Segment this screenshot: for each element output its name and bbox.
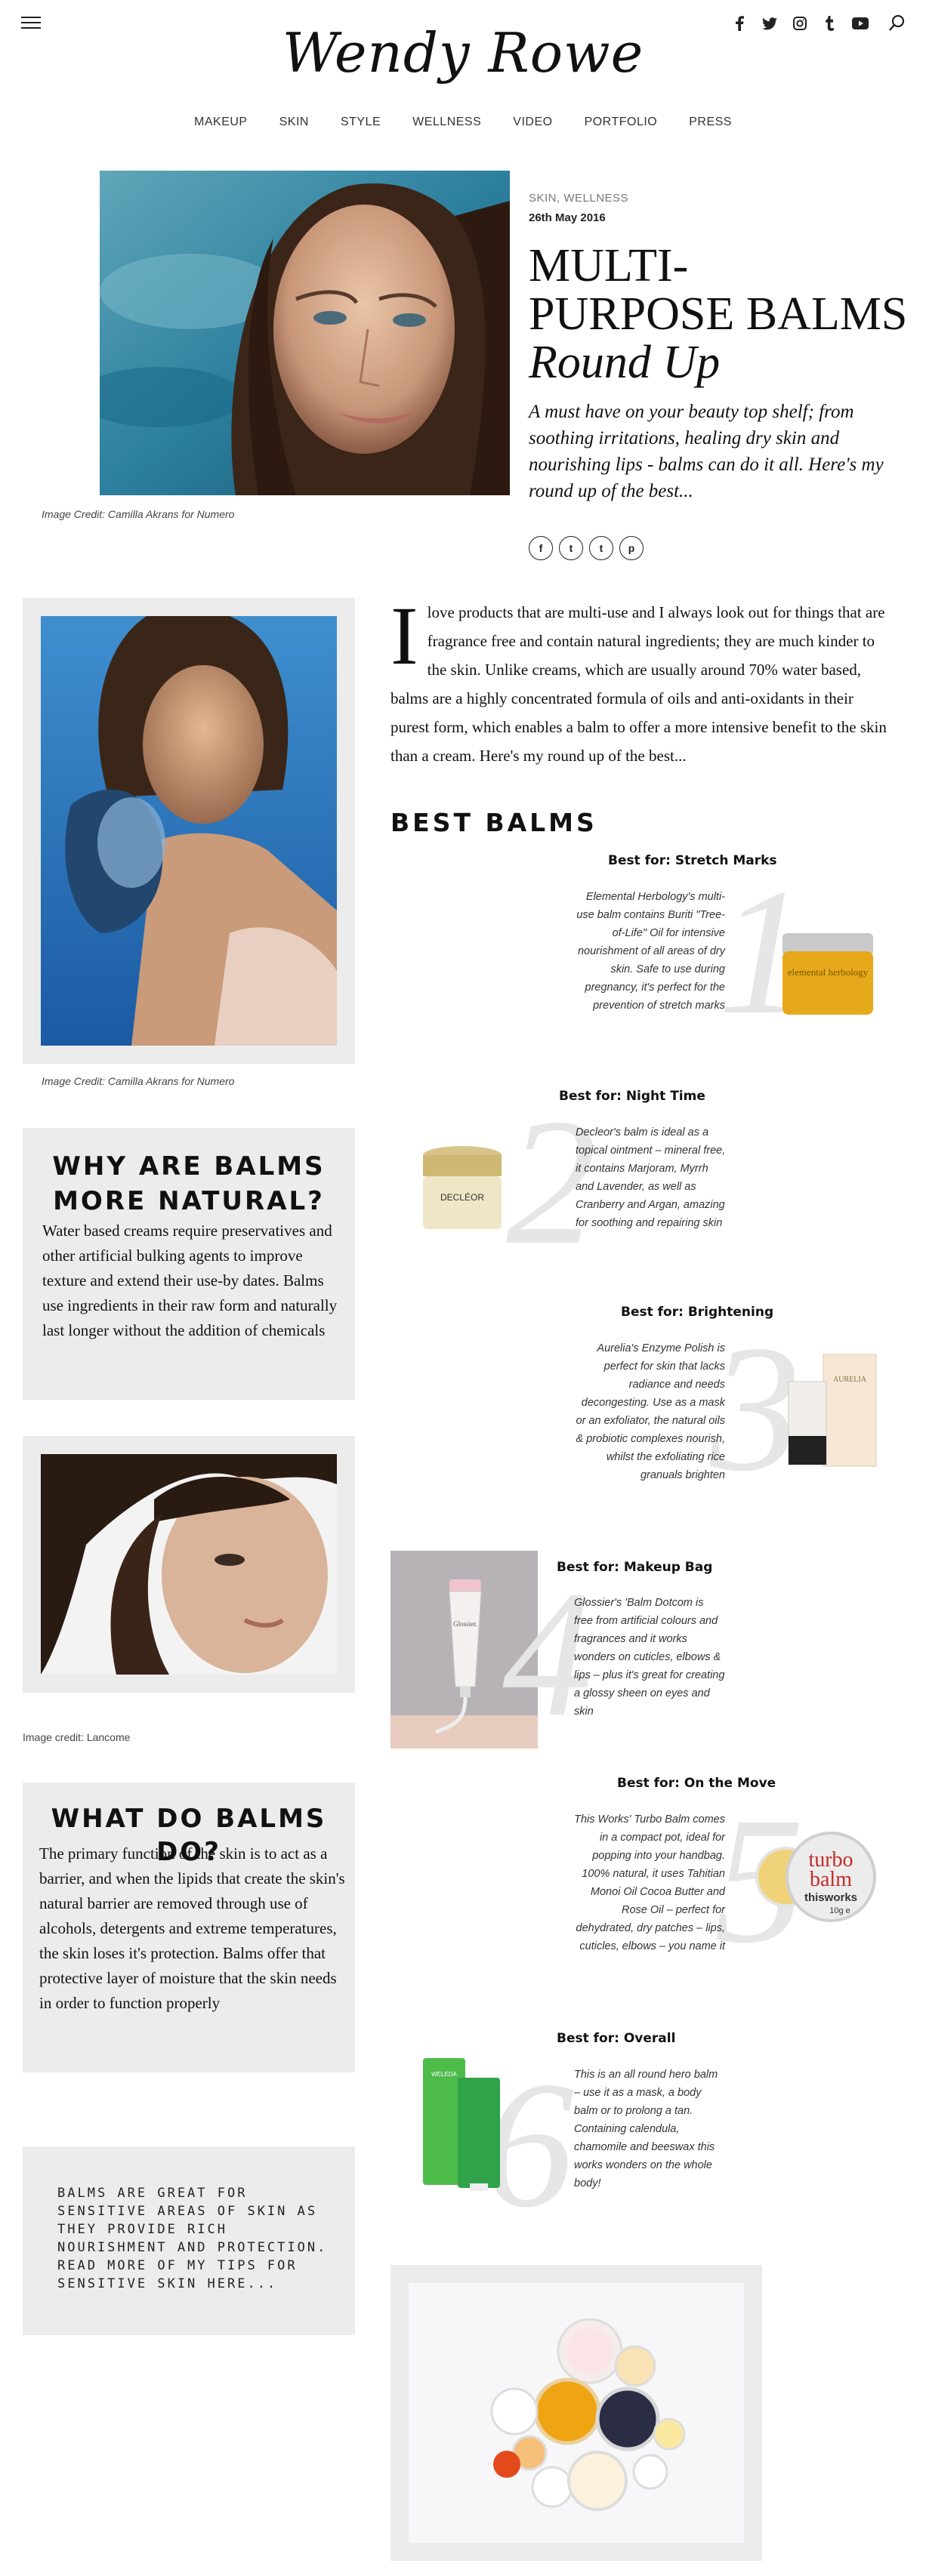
sidebar-caption-2: Image credit: Lancome [23, 1731, 131, 1743]
balm-product-1-label: elemental herbology [788, 966, 869, 978]
hero-caption: Image Credit: Camilla Akrans for Numero [42, 508, 235, 520]
nav-item-style[interactable]: STYLE [341, 116, 381, 129]
main-nav: MAKEUP SKIN STYLE WELLNESS VIDEO PORTFOL… [0, 116, 926, 129]
balm-text-2: Decleor's balm is ideal as a topical oin… [576, 1126, 726, 1229]
what-balms-do-body: The primary function of the skin is to a… [39, 1844, 345, 2012]
share-tumblr-icon[interactable]: t [589, 536, 613, 560]
balm-product-3: AURELIA [786, 1351, 880, 1472]
hero-image [100, 171, 510, 495]
share-twitter-icon[interactable]: t [559, 536, 583, 560]
nav-item-wellness[interactable]: WELLNESS [412, 116, 481, 129]
bottom-image-frame [390, 2265, 762, 2561]
what-balms-do-box: WHAT DO BALMS DO? The primary function o… [23, 1783, 355, 2072]
sidebar-caption-1: Image Credit: Camilla Akrans for Numero [42, 1075, 235, 1087]
title-line-3: Round Up [529, 337, 721, 388]
balm-product-1: elemental herbology [778, 929, 878, 1018]
article-categories[interactable]: SKIN, WELLNESS [529, 192, 628, 205]
balm-product-6-label: WELEDA [431, 2071, 457, 2078]
dropcap: I [390, 590, 418, 682]
share-facebook-icon[interactable]: f [529, 536, 553, 560]
sidebar-image-frame-1 [23, 598, 355, 1064]
sidebar-image-frame-2 [23, 1436, 355, 1693]
balm-title-4: Best for: Makeup Bag [557, 1560, 713, 1575]
sensitive-skin-box[interactable]: BALMS ARE GREAT FOR SENSITIVE AREAS OF S… [23, 2146, 355, 2335]
intro-text: love products that are multi-use and I a… [390, 603, 887, 765]
balm-product-4-label: Glossier. [453, 1620, 477, 1628]
balm-product-2-label: DECLÉOR [440, 1191, 484, 1203]
balm-text-6: This is an all round hero balm – use it … [574, 2069, 718, 2189]
nav-item-portfolio[interactable]: PORTFOLIO [585, 116, 658, 129]
share-buttons: f t t p [529, 536, 644, 560]
why-balms-body: Water based creams require preservatives… [42, 1222, 338, 1339]
balm-text-4: Glossier's 'Balm Dotcom is free from art… [574, 1597, 725, 1718]
article-title: MULTI- PURPOSE BALMS Round Up [529, 242, 914, 387]
article-standfirst: A must have on your beauty top shelf; fr… [529, 402, 884, 501]
balm-title-6: Best for: Overall [557, 2031, 676, 2046]
nav-item-makeup[interactable]: MAKEUP [194, 116, 248, 129]
bottom-image [409, 2283, 744, 2543]
balm-product-5-label-2: balm [810, 1868, 852, 1891]
why-balms-box: WHY ARE BALMS MORE NATURAL? Water based … [23, 1128, 355, 1400]
share-pinterest-icon[interactable]: p [619, 536, 644, 560]
site-logo[interactable]: Wendy Rowe [0, 21, 926, 85]
balm-product-5-label-4: 10g e [829, 1906, 850, 1915]
nav-item-skin[interactable]: SKIN [279, 116, 309, 129]
article-date: 26th May 2016 [529, 211, 606, 224]
title-line-2: PURPOSE BALMS [529, 288, 908, 340]
article-intro: I love products that are multi-use and I… [390, 590, 892, 770]
balm-title-3: Best for: Brightening [621, 1305, 774, 1320]
title-line-1: MULTI- [529, 240, 689, 291]
balm-product-5-label-3: thisworks [804, 1891, 857, 1904]
balm-title-5: Best for: On the Move [617, 1776, 776, 1791]
sensitive-skin-link[interactable]: BALMS ARE GREAT FOR SENSITIVE AREAS OF S… [57, 2184, 329, 2293]
balm-product-2: DECLÉOR [420, 1143, 505, 1234]
balm-title-1: Best for: Stretch Marks [608, 853, 777, 868]
why-balms-title: WHY ARE BALMS MORE NATURAL? [52, 1151, 326, 1216]
balm-product-5: turbo balm thisworks 10g e [755, 1815, 880, 1940]
balm-text-5: This Works' Turbo Balm comes in a compac… [574, 1813, 725, 1952]
section-heading: BEST BALMS [390, 808, 597, 837]
balm-title-2: Best for: Night Time [559, 1089, 705, 1104]
balm-text-1: Elemental Herbology's multi-use balm con… [576, 891, 725, 1012]
balm-product-6: WELEDA [420, 2055, 507, 2191]
sidebar-image-2 [41, 1454, 337, 1675]
nav-item-press[interactable]: PRESS [689, 116, 732, 129]
balm-product-3-label: AURELIA [833, 1376, 867, 1384]
sidebar-image-1 [41, 616, 337, 1046]
nav-item-video[interactable]: VIDEO [513, 116, 552, 129]
balm-text-3: Aurelia's Enzyme Polish is perfect for s… [576, 1342, 725, 1481]
